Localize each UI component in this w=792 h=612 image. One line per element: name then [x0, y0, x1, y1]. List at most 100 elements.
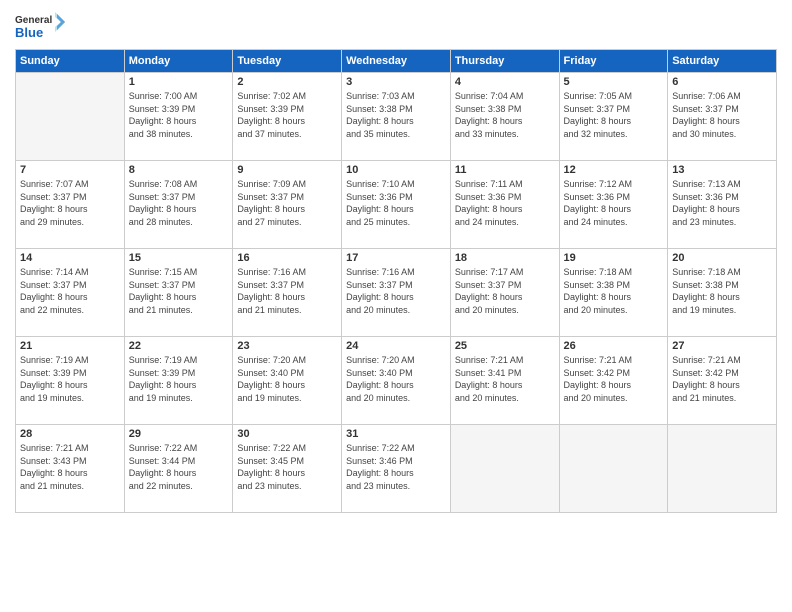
logo-svg: General Blue [15, 10, 65, 45]
cell-info: Sunrise: 7:18 AMSunset: 3:38 PMDaylight:… [564, 266, 664, 316]
day-header-sunday: Sunday [16, 50, 125, 73]
day-number: 3 [346, 76, 446, 88]
calendar-cell: 16 Sunrise: 7:16 AMSunset: 3:37 PMDayligh… [233, 249, 342, 337]
cell-info: Sunrise: 7:10 AMSunset: 3:36 PMDaylight:… [346, 178, 446, 228]
cell-info: Sunrise: 7:21 AMSunset: 3:42 PMDaylight:… [564, 354, 664, 404]
calendar-cell: 12Sunrise: 7:12 AMSunset: 3:36 PMDayligh… [559, 161, 668, 249]
cell-info: Sunrise: 7:05 AMSunset: 3:37 PMDaylight:… [564, 90, 664, 140]
day-number: 5 [564, 76, 664, 88]
calendar-cell: 7 Sunrise: 7:07 AMSunset: 3:37 PMDaylight… [16, 161, 125, 249]
calendar-cell: 14 Sunrise: 7:14 AMSunset: 3:37 PMDayligh… [16, 249, 125, 337]
calendar-cell: 20 Sunrise: 7:18 AMSunset: 3:38 PMDayligh… [668, 249, 777, 337]
cell-info: Sunrise: 7:03 AMSunset: 3:38 PMDaylight:… [346, 90, 446, 140]
week-row-4: 28 Sunrise: 7:21 AMSunset: 3:43 PMDayligh… [16, 425, 777, 513]
calendar-cell: 8 Sunrise: 7:08 AMSunset: 3:37 PMDaylight… [124, 161, 233, 249]
svg-text:Blue: Blue [15, 25, 43, 40]
day-number: 23 [237, 340, 337, 352]
day-number: 29 [129, 428, 229, 440]
calendar-cell: 11 Sunrise: 7:11 AMSunset: 3:36 PMDayligh… [450, 161, 559, 249]
calendar-cell: 6 Sunrise: 7:06 AMSunset: 3:37 PMDaylight… [668, 73, 777, 161]
day-number: 16 [237, 252, 337, 264]
cell-info: Sunrise: 7:04 AMSunset: 3:38 PMDaylight:… [455, 90, 555, 140]
cell-info: Sunrise: 7:19 AMSunset: 3:39 PMDaylight:… [129, 354, 229, 404]
calendar-cell [16, 73, 125, 161]
calendar-cell: 28 Sunrise: 7:21 AMSunset: 3:43 PMDayligh… [16, 425, 125, 513]
calendar-cell: 3 Sunrise: 7:03 AMSunset: 3:38 PMDaylight… [342, 73, 451, 161]
header-row: SundayMondayTuesdayWednesdayThursdayFrid… [16, 50, 777, 73]
cell-info: Sunrise: 7:06 AMSunset: 3:37 PMDaylight:… [672, 90, 772, 140]
cell-info: Sunrise: 7:12 AMSunset: 3:36 PMDaylight:… [564, 178, 664, 228]
day-number: 19 [564, 252, 664, 264]
day-number: 6 [672, 76, 772, 88]
calendar-cell [559, 425, 668, 513]
cell-info: Sunrise: 7:07 AMSunset: 3:37 PMDaylight:… [20, 178, 120, 228]
day-number: 25 [455, 340, 555, 352]
calendar-cell [450, 425, 559, 513]
day-header-wednesday: Wednesday [342, 50, 451, 73]
day-number: 2 [237, 76, 337, 88]
cell-info: Sunrise: 7:00 AMSunset: 3:39 PMDaylight:… [129, 90, 229, 140]
week-row-1: 7 Sunrise: 7:07 AMSunset: 3:37 PMDaylight… [16, 161, 777, 249]
day-header-monday: Monday [124, 50, 233, 73]
day-number: 26 [564, 340, 664, 352]
week-row-0: 1 Sunrise: 7:00 AMSunset: 3:39 PMDaylight… [16, 73, 777, 161]
day-header-tuesday: Tuesday [233, 50, 342, 73]
day-number: 9 [237, 164, 337, 176]
calendar-cell: 21Sunrise: 7:19 AMSunset: 3:39 PMDayligh… [16, 337, 125, 425]
day-number: 27 [672, 340, 772, 352]
calendar-cell [668, 425, 777, 513]
cell-info: Sunrise: 7:16 AMSunset: 3:37 PMDaylight:… [346, 266, 446, 316]
calendar-cell: 26 Sunrise: 7:21 AMSunset: 3:42 PMDayligh… [559, 337, 668, 425]
day-number: 24 [346, 340, 446, 352]
cell-info: Sunrise: 7:21 AMSunset: 3:42 PMDaylight:… [672, 354, 772, 404]
header: General Blue [15, 10, 777, 45]
cell-info: Sunrise: 7:08 AMSunset: 3:37 PMDaylight:… [129, 178, 229, 228]
cell-info: Sunrise: 7:22 AMSunset: 3:46 PMDaylight:… [346, 442, 446, 492]
calendar-cell: 9 Sunrise: 7:09 AMSunset: 3:37 PMDaylight… [233, 161, 342, 249]
calendar-cell: 17Sunrise: 7:16 AMSunset: 3:37 PMDayligh… [342, 249, 451, 337]
cell-info: Sunrise: 7:22 AMSunset: 3:44 PMDaylight:… [129, 442, 229, 492]
calendar-cell: 10 Sunrise: 7:10 AMSunset: 3:36 PMDayligh… [342, 161, 451, 249]
calendar-cell: 4Sunrise: 7:04 AMSunset: 3:38 PMDaylight… [450, 73, 559, 161]
day-number: 22 [129, 340, 229, 352]
cell-info: Sunrise: 7:20 AMSunset: 3:40 PMDaylight:… [237, 354, 337, 404]
calendar-cell: 29 Sunrise: 7:22 AMSunset: 3:44 PMDayligh… [124, 425, 233, 513]
day-number: 11 [455, 164, 555, 176]
cell-info: Sunrise: 7:16 AMSunset: 3:37 PMDaylight:… [237, 266, 337, 316]
day-header-friday: Friday [559, 50, 668, 73]
day-number: 20 [672, 252, 772, 264]
day-number: 13 [672, 164, 772, 176]
calendar-cell: 1 Sunrise: 7:00 AMSunset: 3:39 PMDaylight… [124, 73, 233, 161]
calendar-cell: 22 Sunrise: 7:19 AMSunset: 3:39 PMDayligh… [124, 337, 233, 425]
calendar-cell: 23 Sunrise: 7:20 AMSunset: 3:40 PMDayligh… [233, 337, 342, 425]
calendar-cell: 24 Sunrise: 7:20 AMSunset: 3:40 PMDayligh… [342, 337, 451, 425]
cell-info: Sunrise: 7:14 AMSunset: 3:37 PMDaylight:… [20, 266, 120, 316]
calendar-cell: 5 Sunrise: 7:05 AMSunset: 3:37 PMDaylight… [559, 73, 668, 161]
day-number: 10 [346, 164, 446, 176]
day-number: 18 [455, 252, 555, 264]
calendar-cell: 19 Sunrise: 7:18 AMSunset: 3:38 PMDayligh… [559, 249, 668, 337]
day-number: 1 [129, 76, 229, 88]
cell-info: Sunrise: 7:11 AMSunset: 3:36 PMDaylight:… [455, 178, 555, 228]
cell-info: Sunrise: 7:22 AMSunset: 3:45 PMDaylight:… [237, 442, 337, 492]
day-number: 30 [237, 428, 337, 440]
day-number: 28 [20, 428, 120, 440]
calendar-cell: 27 Sunrise: 7:21 AMSunset: 3:42 PMDayligh… [668, 337, 777, 425]
day-number: 15 [129, 252, 229, 264]
cell-info: Sunrise: 7:09 AMSunset: 3:37 PMDaylight:… [237, 178, 337, 228]
calendar-cell: 30 Sunrise: 7:22 AMSunset: 3:45 PMDayligh… [233, 425, 342, 513]
cell-info: Sunrise: 7:20 AMSunset: 3:40 PMDaylight:… [346, 354, 446, 404]
day-number: 14 [20, 252, 120, 264]
day-header-thursday: Thursday [450, 50, 559, 73]
cell-info: Sunrise: 7:13 AMSunset: 3:36 PMDaylight:… [672, 178, 772, 228]
calendar-cell: 2 Sunrise: 7:02 AMSunset: 3:39 PMDaylight… [233, 73, 342, 161]
cell-info: Sunrise: 7:21 AMSunset: 3:43 PMDaylight:… [20, 442, 120, 492]
day-number: 8 [129, 164, 229, 176]
day-number: 31 [346, 428, 446, 440]
logo: General Blue [15, 10, 65, 45]
day-number: 21 [20, 340, 120, 352]
cell-info: Sunrise: 7:02 AMSunset: 3:39 PMDaylight:… [237, 90, 337, 140]
cell-info: Sunrise: 7:18 AMSunset: 3:38 PMDaylight:… [672, 266, 772, 316]
calendar-cell: 15Sunrise: 7:15 AMSunset: 3:37 PMDayligh… [124, 249, 233, 337]
day-number: 7 [20, 164, 120, 176]
